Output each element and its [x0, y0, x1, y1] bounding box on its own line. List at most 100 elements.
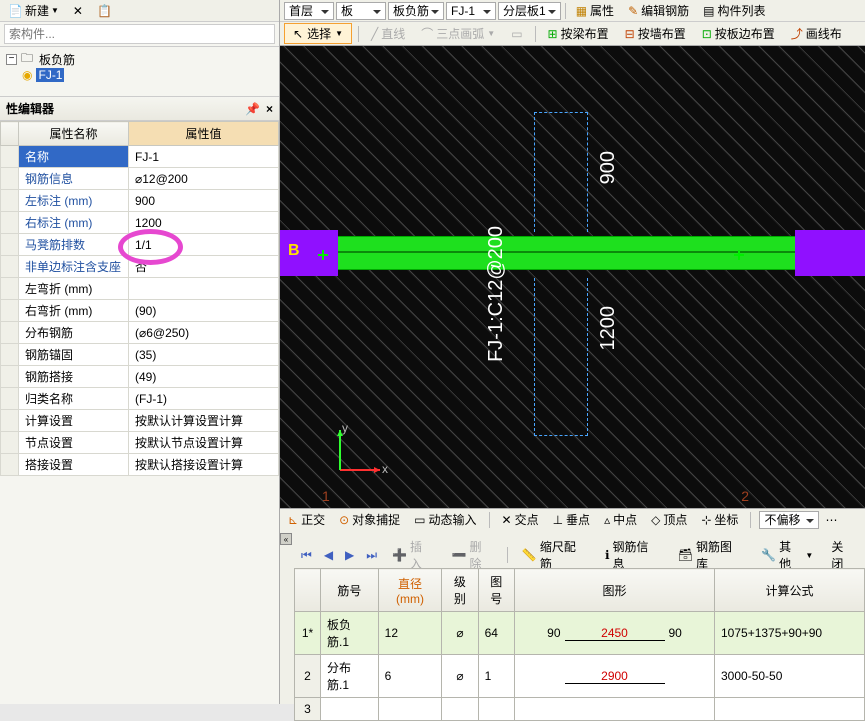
rebar-library-button[interactable]: 🗃钢筋图库 [672, 545, 749, 565]
rebar-row[interactable]: 1*板负筋.112⌀64902450901075+1375+90+90 [295, 612, 865, 655]
rebar-diameter[interactable]: 12 [378, 612, 442, 655]
property-row[interactable]: 右弯折 (mm)(90) [1, 300, 279, 322]
property-row[interactable]: 马凳筋排数1/1 [1, 234, 279, 256]
drawing-canvas[interactable]: 900 1200 FJ-1:C12@200 B 1 2 x y [280, 46, 865, 508]
property-row[interactable]: 钢筋信息⌀12@200 [1, 168, 279, 190]
by-wall-button[interactable]: ⊟按墙布置 [619, 24, 692, 44]
property-value[interactable]: 按默认搭接设置计算 [129, 454, 279, 476]
coord-snap[interactable]: ⊹坐标 [697, 510, 742, 529]
rebar-formula[interactable] [715, 698, 865, 721]
rebar-shape[interactable]: 90245090 [515, 612, 715, 655]
nav-prev[interactable]: ◀ [321, 548, 336, 562]
property-row[interactable]: 计算设置按默认计算设置计算 [1, 410, 279, 432]
rebar-fig[interactable]: 64 [478, 612, 514, 655]
property-value[interactable]: FJ-1 [129, 146, 279, 168]
rebar-info-button[interactable]: ℹ钢筋信息 [599, 545, 666, 565]
rebar-row[interactable]: 3 [295, 698, 865, 721]
scale-rebar-button[interactable]: 📏缩尺配筋 [516, 545, 593, 565]
property-row[interactable]: 钢筋搭接(49) [1, 366, 279, 388]
copy-button[interactable]: 📋 [93, 3, 116, 19]
rebar-name[interactable]: 板负筋.1 [321, 612, 379, 655]
other-button[interactable]: 🔧其他▼ [755, 545, 819, 565]
close-panel-icon[interactable]: × [266, 102, 273, 116]
perp-snap[interactable]: ⊥垂点 [549, 510, 594, 529]
rebar-grade[interactable] [442, 698, 478, 721]
col-fig[interactable]: 图号 [478, 569, 514, 612]
col-grade[interactable]: 级别 [442, 569, 478, 612]
col-formula[interactable]: 计算公式 [715, 569, 865, 612]
nav-first[interactable]: ⏮ [298, 548, 315, 563]
col-property-name[interactable]: 属性名称 [19, 122, 129, 146]
property-value[interactable]: 按默认节点设置计算 [129, 432, 279, 454]
by-slab-edge-button[interactable]: ⊡按板边布置 [696, 24, 781, 44]
delete-button[interactable]: ✕ [69, 3, 87, 19]
dyninput-toggle[interactable]: ▭动态输入 [410, 510, 480, 529]
rebar-name[interactable] [321, 698, 379, 721]
property-value[interactable]: 按默认计算设置计算 [129, 410, 279, 432]
apex-snap[interactable]: ◇顶点 [647, 510, 691, 529]
rebar-diameter[interactable] [378, 698, 442, 721]
property-value[interactable]: 1/1 [129, 234, 279, 256]
property-row[interactable]: 名称FJ-1 [1, 146, 279, 168]
rebar-grade[interactable]: ⌀ [442, 655, 478, 698]
property-value[interactable]: (⌀6@250) [129, 322, 279, 344]
property-row[interactable]: 右标注 (mm)1200 [1, 212, 279, 234]
rebar-shape[interactable] [515, 698, 715, 721]
rebar-row[interactable]: 2分布筋.16⌀129003000-50-50 [295, 655, 865, 698]
component-list-button[interactable]: ▤构件列表 [697, 1, 771, 21]
property-row[interactable]: 节点设置按默认节点设置计算 [1, 432, 279, 454]
rebar-fig[interactable]: 1 [478, 655, 514, 698]
mid-snap[interactable]: ▵中点 [600, 510, 641, 529]
pin-icon[interactable]: 📌 [245, 102, 260, 116]
rebar-name[interactable]: 分布筋.1 [321, 655, 379, 698]
property-row[interactable]: 分布钢筋(⌀6@250) [1, 322, 279, 344]
tree-collapse-icon[interactable]: − [6, 54, 17, 65]
col-shape[interactable]: 图形 [515, 569, 715, 612]
rebar-formula[interactable]: 1075+1375+90+90 [715, 612, 865, 655]
property-row[interactable]: 钢筋锚固(35) [1, 344, 279, 366]
floor-combo[interactable]: 首层 [284, 2, 334, 20]
property-row[interactable]: 左弯折 (mm) [1, 278, 279, 300]
nav-next[interactable]: ▶ [342, 548, 357, 562]
property-value[interactable]: ⌀12@200 [129, 168, 279, 190]
rebar-formula[interactable]: 3000-50-50 [715, 655, 865, 698]
rebar-diameter[interactable]: 6 [378, 655, 442, 698]
new-button[interactable]: 📄 新建 ▼ [4, 1, 63, 20]
property-value[interactable]: (49) [129, 366, 279, 388]
rebar-grade[interactable]: ⌀ [442, 612, 478, 655]
property-value[interactable]: 否 [129, 256, 279, 278]
property-value[interactable]: (90) [129, 300, 279, 322]
category-combo[interactable]: 板 [336, 2, 386, 20]
property-row[interactable]: 非单边标注含支座否 [1, 256, 279, 278]
more-icon[interactable]: ⋯ [825, 513, 837, 527]
nav-last[interactable]: ⏭ [363, 548, 380, 563]
draw-line-button[interactable]: ⤴画线布 [785, 24, 848, 44]
property-value[interactable]: (FJ-1) [129, 388, 279, 410]
subcategory-combo[interactable]: 板负筋 [388, 2, 444, 20]
properties-button[interactable]: ▦属性 [570, 1, 620, 21]
offset-combo[interactable]: 不偏移 [759, 511, 819, 529]
col-rebar-num[interactable]: 筋号 [321, 569, 379, 612]
intersect-snap[interactable]: ✕交点 [498, 510, 543, 529]
property-row[interactable]: 归类名称(FJ-1) [1, 388, 279, 410]
edit-rebar-button[interactable]: ✎编辑钢筋 [622, 1, 695, 21]
item-combo[interactable]: FJ-1 [446, 2, 496, 20]
ortho-toggle[interactable]: ⊾正交 [284, 510, 329, 529]
layer-combo[interactable]: 分层板1 [498, 2, 561, 20]
tree-root[interactable]: − 🗀 板负筋 [6, 51, 273, 67]
property-value[interactable]: 900 [129, 190, 279, 212]
property-row[interactable]: 搭接设置按默认搭接设置计算 [1, 454, 279, 476]
select-tool[interactable]: ↖选择▼ [284, 23, 352, 44]
property-value[interactable]: (35) [129, 344, 279, 366]
osnap-toggle[interactable]: ⊙对象捕捉 [335, 510, 404, 529]
col-property-value[interactable]: 属性值 [129, 122, 279, 146]
col-diameter[interactable]: 直径(mm) [378, 569, 442, 612]
property-value[interactable]: 1200 [129, 212, 279, 234]
by-beam-button[interactable]: ⊞按梁布置 [542, 24, 615, 44]
property-row[interactable]: 左标注 (mm)900 [1, 190, 279, 212]
rebar-fig[interactable] [478, 698, 514, 721]
close-button[interactable]: 关闭 [825, 545, 861, 565]
panel-collapse-button[interactable]: « [280, 533, 292, 545]
rebar-shape[interactable]: 2900 [515, 655, 715, 698]
tree-child[interactable]: ◉ FJ-1 [22, 67, 273, 83]
